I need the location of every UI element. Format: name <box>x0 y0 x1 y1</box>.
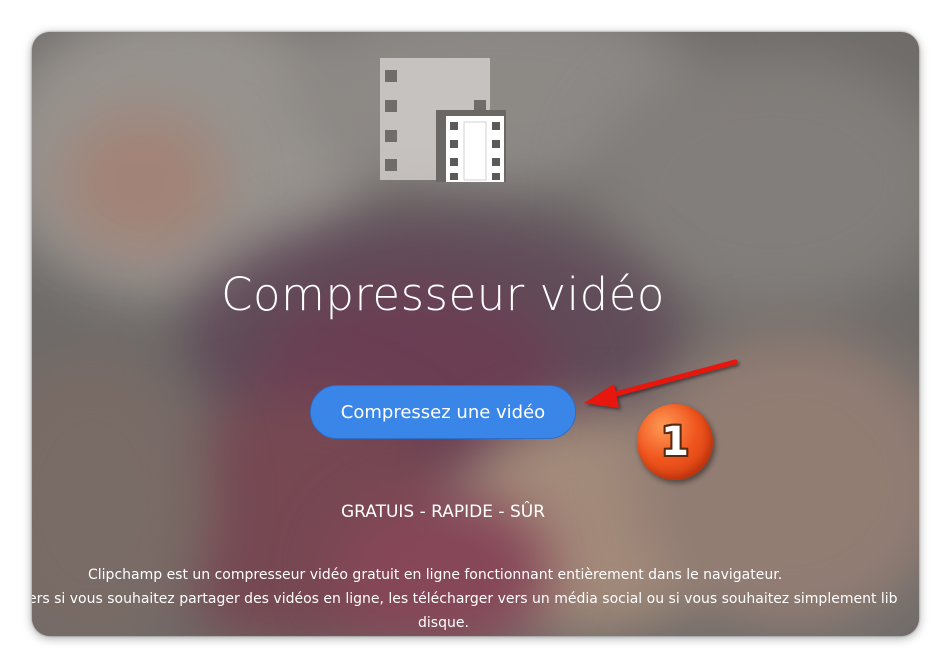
step-number-badge: 1 <box>637 404 713 480</box>
description-line-3: disque. <box>418 615 469 631</box>
description-line-2: ers si vous souhaitez partager des vidéo… <box>32 591 898 607</box>
page-title: Compresseur vidéo <box>221 268 665 321</box>
hero-card: Compresseur vidéo Compressez une vidéo G… <box>32 32 919 636</box>
film-compress-icon <box>380 58 506 182</box>
compress-video-button[interactable]: Compressez une vidéo <box>310 385 576 439</box>
tagline: GRATUIS - RAPIDE - SÛR <box>340 502 546 522</box>
description-line-1: Clipchamp est un compresseur vidéo gratu… <box>88 567 783 583</box>
